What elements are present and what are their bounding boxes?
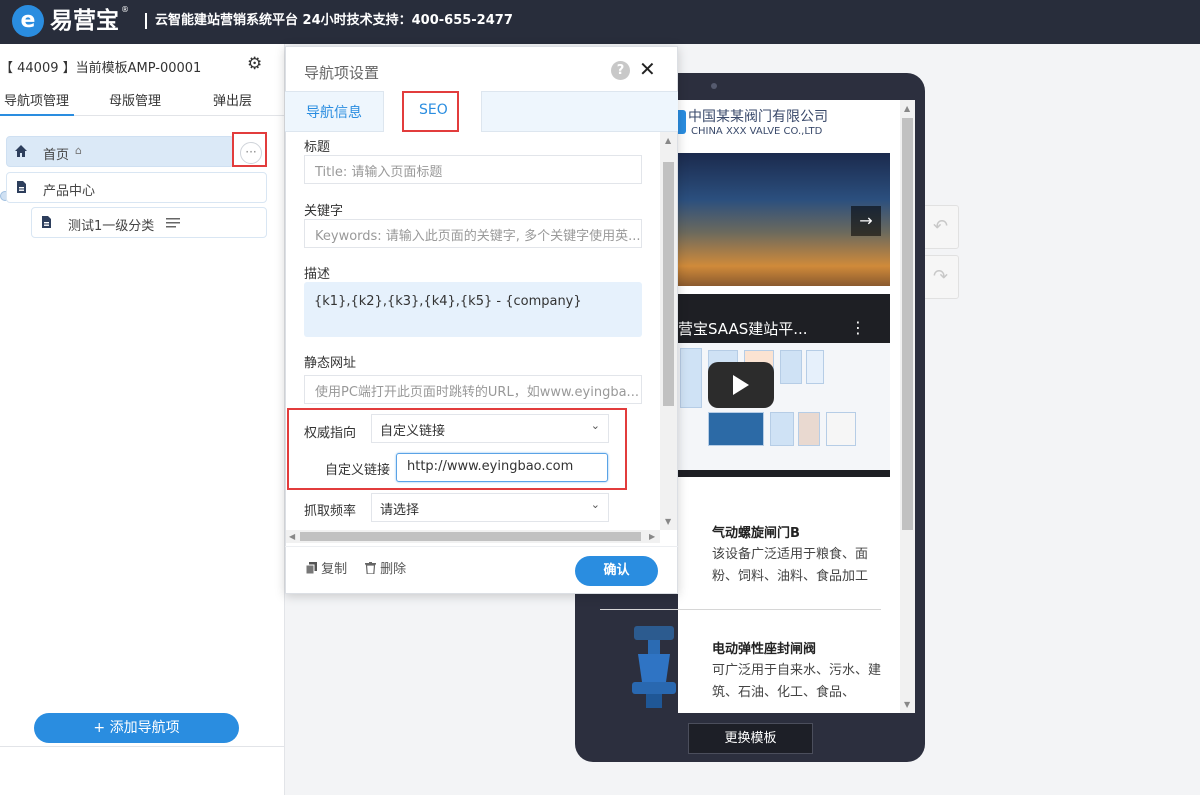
canonical-select[interactable]: 自定义链接 ⌄: [371, 414, 609, 443]
custom-link-input[interactable]: http://www.eyingbao.com: [396, 453, 608, 482]
nav-item-test-category[interactable]: 测试1一级分类: [31, 207, 267, 238]
video-thumb: [770, 412, 794, 446]
copy-button[interactable]: 复制: [305, 558, 348, 577]
product-divider: [600, 609, 881, 610]
video-thumb: [780, 350, 802, 384]
trash-icon: [365, 562, 376, 575]
registered-mark: ®: [121, 5, 129, 14]
support-info: 云智能建站营销系统平台 24小时技术支持：400-655-2477: [155, 13, 513, 28]
scroll-down-icon[interactable]: ▼: [665, 517, 671, 526]
crawl-frequency-select[interactable]: 请选择 ⌄: [371, 493, 609, 522]
company-logo: [678, 110, 686, 134]
chevron-down-icon: ⌄: [590, 419, 600, 432]
left-tabs: 导航项管理 母版管理 弹出层: [0, 83, 285, 116]
preview-scrollbar-thumb[interactable]: [902, 118, 913, 530]
crawl-select-value: 请选择: [380, 503, 420, 518]
scroll-right-icon[interactable]: ▶: [649, 532, 655, 541]
delete-button[interactable]: 删除: [365, 558, 406, 577]
description-textarea[interactable]: {k1},{k2},{k3},{k4},{k5} - {company}: [304, 282, 642, 337]
dialog-hscrollbar-thumb[interactable]: [300, 532, 641, 541]
confirm-button[interactable]: 确认: [575, 556, 658, 586]
close-icon[interactable]: ✕: [639, 58, 656, 80]
more-vertical-icon[interactable]: ⋮: [850, 318, 866, 337]
chevron-down-icon: ⌄: [590, 498, 600, 511]
dialog-scrollbar-thumb[interactable]: [663, 162, 674, 406]
highlight-box-more: [232, 132, 267, 167]
add-nav-item-button[interactable]: + 添加导航项: [34, 713, 239, 743]
title-label: 标题: [304, 140, 331, 155]
scroll-left-icon[interactable]: ◀: [289, 532, 295, 541]
redo-icon[interactable]: ↷: [922, 255, 959, 299]
keywords-input[interactable]: Keywords: 请输入此页面的关键字, 多个关键字使用英...: [304, 219, 642, 248]
gear-icon[interactable]: ⚙: [247, 55, 265, 73]
tab-nav-info[interactable]: 导航信息: [306, 102, 362, 122]
company-name-en: CHINA XXX VALVE CO.,LTD: [691, 126, 823, 137]
tab-nav-management[interactable]: 导航项管理: [4, 90, 69, 109]
copy-icon: [305, 562, 317, 575]
crawl-frequency-label: 抓取频率: [304, 504, 357, 519]
delete-label: 删除: [380, 562, 407, 577]
undo-icon[interactable]: ↶: [922, 205, 959, 249]
active-tab-indicator: [0, 114, 74, 116]
canonical-label: 权威指向: [304, 426, 357, 441]
arrow-right-icon[interactable]: →: [851, 206, 881, 236]
tab-master-management[interactable]: 母版管理: [109, 90, 161, 109]
nav-item-label: 产品中心: [43, 184, 96, 199]
play-icon: [733, 375, 749, 395]
product-title[interactable]: 电动弹性座封闸阀: [712, 638, 816, 657]
camera-dot: [711, 83, 717, 89]
static-url-label: 静态网址: [304, 356, 357, 371]
product-desc: 该设备广泛适用于粮食、面粉、饲料、油料、食品加工: [712, 547, 869, 584]
page-icon: [17, 181, 26, 193]
page-icon: [42, 216, 51, 228]
scroll-down-icon[interactable]: ▼: [904, 700, 910, 709]
dialog-title: 导航项设置: [304, 64, 380, 82]
homepage-badge-icon: ⌂: [75, 144, 82, 157]
highlight-box-seo: [402, 91, 459, 132]
nav-item-label: 首页: [43, 148, 70, 163]
product-title[interactable]: 气动螺旋闸门B: [712, 522, 800, 541]
video-thumb: [680, 348, 702, 408]
video-thumb: [826, 412, 856, 446]
product-desc: 可广泛用于自来水、污水、建筑、石油、化工、食品、: [712, 663, 882, 700]
scroll-up-icon[interactable]: ▲: [904, 104, 910, 113]
video-thumb: [806, 350, 824, 384]
scroll-up-icon[interactable]: ▲: [665, 136, 671, 145]
keywords-label: 关键字: [304, 204, 344, 219]
bottom-divider: [0, 746, 285, 747]
video-title: 营宝SAAS建站平...: [678, 320, 808, 338]
video-thumb: [708, 412, 764, 446]
tab-popup-layer[interactable]: 弹出层: [213, 90, 252, 109]
template-id: 【 44009 】当前模板AMP-00001: [0, 61, 202, 76]
title-input[interactable]: Title: 请输入页面标题: [304, 155, 642, 184]
menu-lines-icon[interactable]: [166, 217, 180, 229]
video-thumb: [798, 412, 820, 446]
change-template-button[interactable]: 更换模板: [688, 723, 813, 754]
dialog-footer-divider: [285, 546, 678, 547]
logo-icon: e: [12, 5, 44, 37]
canonical-select-value: 自定义链接: [380, 424, 446, 439]
description-label: 描述: [304, 267, 331, 282]
custom-link-label: 自定义链接: [325, 463, 391, 478]
copy-label: 复制: [321, 562, 348, 577]
help-icon[interactable]: ?: [611, 61, 630, 80]
topbar-divider: [145, 13, 147, 29]
static-url-input[interactable]: 使用PC端打开此页面时跳转的URL，如www.eyingba...: [304, 375, 642, 404]
home-icon: [15, 145, 27, 157]
nav-item-label: 测试1一级分类: [68, 219, 155, 234]
top-bar: e 易营宝 ® 云智能建站营销系统平台 24小时技术支持：400-655-247…: [0, 0, 1200, 44]
company-name-cn: 中国某某阀门有限公司: [688, 109, 828, 125]
valve-image: [632, 626, 676, 708]
nav-item-products[interactable]: 产品中心: [6, 172, 267, 203]
brand-name: 易营宝: [50, 8, 119, 34]
nav-item-home[interactable]: 首页 ⌂: [6, 136, 234, 167]
